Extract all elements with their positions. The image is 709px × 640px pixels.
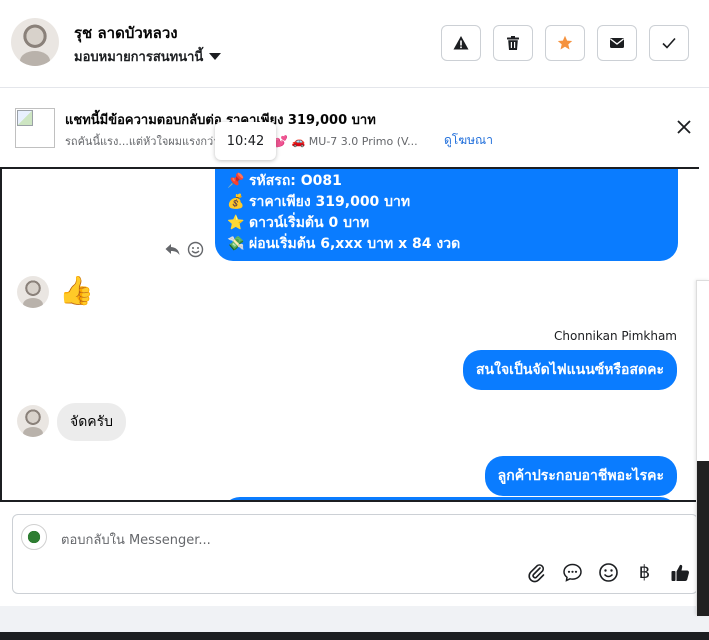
- trash-icon: [507, 36, 519, 50]
- assign-conversation-label: มอบหมายการสนทนานี้: [74, 50, 204, 65]
- star-icon: [557, 35, 573, 50]
- view-ad-link[interactable]: ดูโฆษณา: [444, 131, 493, 150]
- car-price-text: ราคาเพียง 319,000 บาท: [249, 194, 411, 210]
- money-wings-icon: 💸: [227, 236, 245, 252]
- contact-avatar-small: [17, 405, 49, 437]
- emoji-icon[interactable]: [598, 562, 619, 583]
- outgoing-message-partial[interactable]: [222, 497, 678, 500]
- report-spam-button[interactable]: [441, 25, 481, 61]
- reply-icon[interactable]: [164, 241, 181, 258]
- warning-icon: [453, 36, 469, 50]
- attachment-icon[interactable]: [526, 562, 547, 583]
- reply-input[interactable]: ตอบกลับใน Messenger...: [61, 529, 211, 550]
- footer-band: [0, 606, 709, 632]
- message-hover-tools: [164, 241, 204, 258]
- payment-baht-icon[interactable]: ฿: [634, 562, 655, 583]
- side-panel-dark-area: [697, 461, 709, 616]
- delete-button[interactable]: [493, 25, 533, 61]
- ad-description-tail: 🚗 MU-7 3.0 Primo (V...: [291, 135, 418, 148]
- ad-thumbnail[interactable]: [15, 108, 55, 148]
- car-details-message[interactable]: 📌 รหัสรถ: O081 💰 ราคาเพียง 319,000 บาท ⭐ ดา…: [215, 169, 678, 261]
- saved-replies-icon[interactable]: [562, 562, 583, 583]
- mark-unread-button[interactable]: [597, 25, 637, 61]
- messenger-conversation-view: รุช ลาดบัวหลวง มอบหมายการสนทนานี้ แชทนี้…: [0, 0, 709, 640]
- car-code-text: รหัสรถ: O081: [249, 173, 342, 189]
- mark-done-button[interactable]: [649, 25, 689, 61]
- star-button[interactable]: [545, 25, 585, 61]
- outgoing-message[interactable]: ลูกค้าประกอบอาชีพอะไรคะ: [484, 456, 677, 496]
- taskbar-strip: [0, 632, 709, 640]
- thumbs-up-icon[interactable]: [670, 562, 691, 583]
- ad-reference-bar: แชทนี้มีข้อความตอบกลับต่อ ราคาเพียง 319,…: [0, 88, 709, 168]
- incoming-message[interactable]: จัดครับ: [57, 403, 127, 441]
- message-line: ⭐ ดาวน์เริ่มต้น 0 บาท: [227, 213, 666, 234]
- installment-text: ผ่อนเริ่มต้น 6,xxx บาท x 84 งวด: [249, 236, 461, 252]
- message-line: 📌 รหัสรถ: O081: [227, 171, 666, 192]
- conversation-header: รุช ลาดบัวหลวง มอบหมายการสนทนานี้: [0, 0, 709, 88]
- star-icon: ⭐: [227, 215, 245, 231]
- money-bag-icon: 💰: [227, 194, 245, 210]
- close-icon[interactable]: [675, 118, 693, 136]
- down-payment-text: ดาวน์เริ่มต้น 0 บาท: [249, 215, 370, 231]
- contact-avatar-small: [17, 276, 49, 308]
- envelope-icon: [610, 38, 624, 48]
- header-actions: [441, 25, 689, 61]
- outgoing-message[interactable]: สนใจเป็นจัดไฟแนนซ์หรือสดคะ: [463, 350, 677, 390]
- message-line: 💰 ราคาเพียง 319,000 บาท: [227, 192, 666, 213]
- contact-avatar[interactable]: [11, 18, 59, 66]
- composer-tools: ฿: [526, 562, 691, 583]
- pin-icon: 📌: [227, 173, 245, 189]
- caret-down-icon: [209, 53, 222, 60]
- react-icon[interactable]: [187, 241, 204, 258]
- thumbs-up-message[interactable]: 👍: [59, 275, 94, 307]
- page-avatar: [21, 524, 47, 550]
- contact-name[interactable]: รุช ลาดบัวหลวง: [74, 21, 178, 45]
- checkmark-icon: [662, 37, 676, 49]
- sender-name: Chonnikan Pimkham: [554, 329, 677, 343]
- timestamp-tooltip: 10:42: [215, 122, 276, 160]
- ad-description-text: รถคันนี้แรง...แต่หัวใจผมแรงกว่า: [65, 135, 220, 148]
- message-line: 💸 ผ่อนเริ่มต้น 6,xxx บาท x 84 งวด: [227, 234, 666, 255]
- side-panel-edge[interactable]: [696, 280, 709, 616]
- assign-conversation-dropdown[interactable]: มอบหมายการสนทนานี้: [74, 46, 222, 67]
- message-composer: ตอบกลับใน Messenger... ฿: [12, 514, 698, 594]
- message-thread[interactable]: 📌 รหัสรถ: O081 💰 ราคาเพียง 319,000 บาท ⭐ ดา…: [0, 167, 699, 502]
